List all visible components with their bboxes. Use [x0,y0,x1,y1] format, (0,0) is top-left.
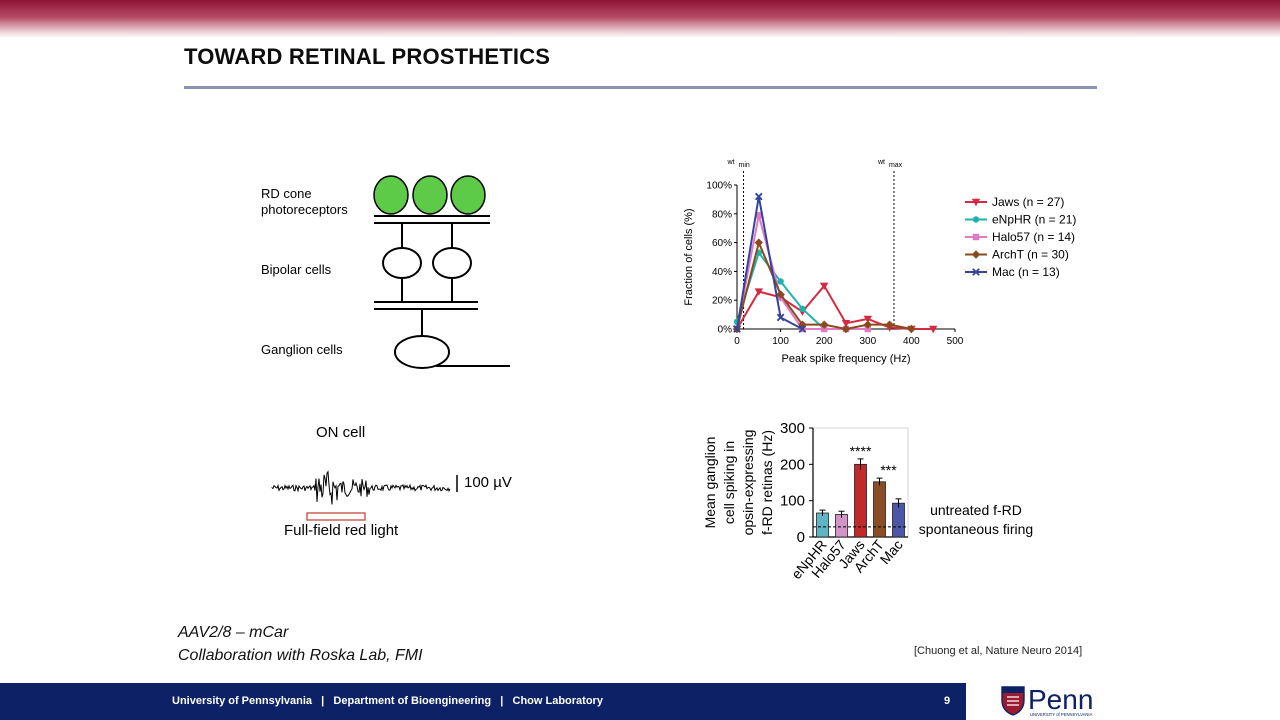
spike-trace [271,470,451,505]
significance-marker: *** [880,462,897,478]
y-axis-label-line: opsin-expressing [740,430,756,536]
title-divider [184,86,1097,89]
y-tick-label: 200 [780,456,805,473]
label-rd-cone: RD cone photoreceptors [261,186,348,217]
y-tick-label: 100% [706,181,732,192]
synapse-lines [374,215,510,369]
data-point [972,233,980,241]
trace-title: ON cell [316,424,366,441]
y-tick-label: 60% [712,238,732,249]
x-tick-label: 300 [859,336,876,347]
legend-label: ArchT (n = 30) [992,248,1069,262]
x-tick-label: 200 [816,336,833,347]
y-tick-label: 40% [712,267,732,278]
header-banner [0,0,1280,38]
series-0 [732,282,938,334]
page-number: 9 [944,695,951,707]
series-line [736,284,934,330]
y-axis-label-line: Mean ganglion [702,437,718,529]
y-tick-label: 0 [797,529,805,546]
legend-entry: Jaws (n = 27) [965,195,1064,209]
x-axis-label: Peak spike frequency (Hz) [782,353,911,365]
cone-cell [412,175,448,215]
annotation-subscript: min [739,162,750,169]
slide-title: TOWARD RETINAL PROSTHETICS [184,44,551,69]
legend-entry: ArchT (n = 30) [965,248,1069,262]
footer-bar: University of Pennsylvania | Department … [0,683,966,720]
peak-frequency-chart: 0% 20% 40% 60% 80% 100% 0 100 200 300 400 500 Peak s… [683,159,1076,365]
annotation-subscript: max [889,162,903,169]
reference-label-line: spontaneous firing [919,521,1033,537]
y-tick-label: 300 [780,420,805,437]
x-tick-label: 100 [772,336,789,347]
penn-subtext: UNIVERSITY of PENNSYLVANIA [1030,712,1093,717]
legend-entry: Halo57 (n = 14) [965,230,1075,244]
y-axis-label-line: f-RD retinas (Hz) [759,430,775,535]
series-line [736,196,803,330]
bipolar-cell [382,247,422,279]
data-point [754,238,763,247]
ganglion-cell [394,335,450,369]
y-axis-label-line: cell spiking in [721,441,737,524]
y-tick-label: 0% [718,325,733,336]
bar [873,481,886,538]
y-axis-label: Fraction of cells (%) [683,208,695,305]
data-point [971,250,981,259]
slide-notes: AAV2/8 – mCar Collaboration with Roska L… [178,621,423,667]
x-tick-label: 400 [903,336,920,347]
stimulus-bar [306,512,366,521]
bar [816,512,829,538]
cone-cell [450,175,486,215]
significance-marker: **** [850,443,872,459]
legend-label: Mac (n = 13) [992,265,1060,279]
cone-cell [373,175,409,215]
legend-entry: eNpHR (n = 21) [965,213,1076,227]
series-4 [733,192,807,333]
y-tick-label: 20% [712,296,732,307]
bipolar-cell [432,247,472,279]
y-tick-label: 100 [780,493,805,510]
label-ganglion: Ganglion cells [261,342,343,357]
scale-label: 100 µV [464,474,512,491]
legend-label: Jaws (n = 27) [992,195,1064,209]
annotation-label: wt [727,159,735,166]
data-point [799,305,806,313]
data-point [777,278,784,285]
stimulus-label: Full-field red light [284,522,399,539]
mean-spiking-bar-chart: 0 100 200 300 Mean ganglion cell spiking in op… [702,420,1033,582]
penn-logo: Penn UNIVERSITY of PENNSYLVANIA [1001,684,1093,717]
x-tick-label: 0 [734,336,740,347]
legend-label: Halo57 (n = 14) [992,230,1075,244]
x-tick-label: Mac [877,537,906,568]
bar [854,463,867,538]
bar [835,514,848,538]
penn-wordmark: Penn [1028,684,1093,715]
note-line: AAV2/8 – mCar [178,624,289,641]
footer-text: University of Pennsylvania | Department … [172,695,603,707]
photoreceptor-cones [373,175,486,215]
citation: [Chuong et al, Nature Neuro 2014] [914,645,1083,657]
note-line: Collaboration with Roska Lab, FMI [178,647,423,664]
annotation-label: wt [877,159,885,166]
bar [892,502,905,538]
label-bipolar: Bipolar cells [261,262,332,277]
spike-trace-figure [271,470,458,521]
x-tick-label: 500 [947,336,964,347]
y-tick-label: 80% [712,209,732,220]
legend-entry: Mac (n = 13) [965,265,1060,279]
legend-label: eNpHR (n = 21) [992,213,1076,227]
data-point [972,216,980,223]
reference-label-line: untreated f-RD [930,502,1022,518]
